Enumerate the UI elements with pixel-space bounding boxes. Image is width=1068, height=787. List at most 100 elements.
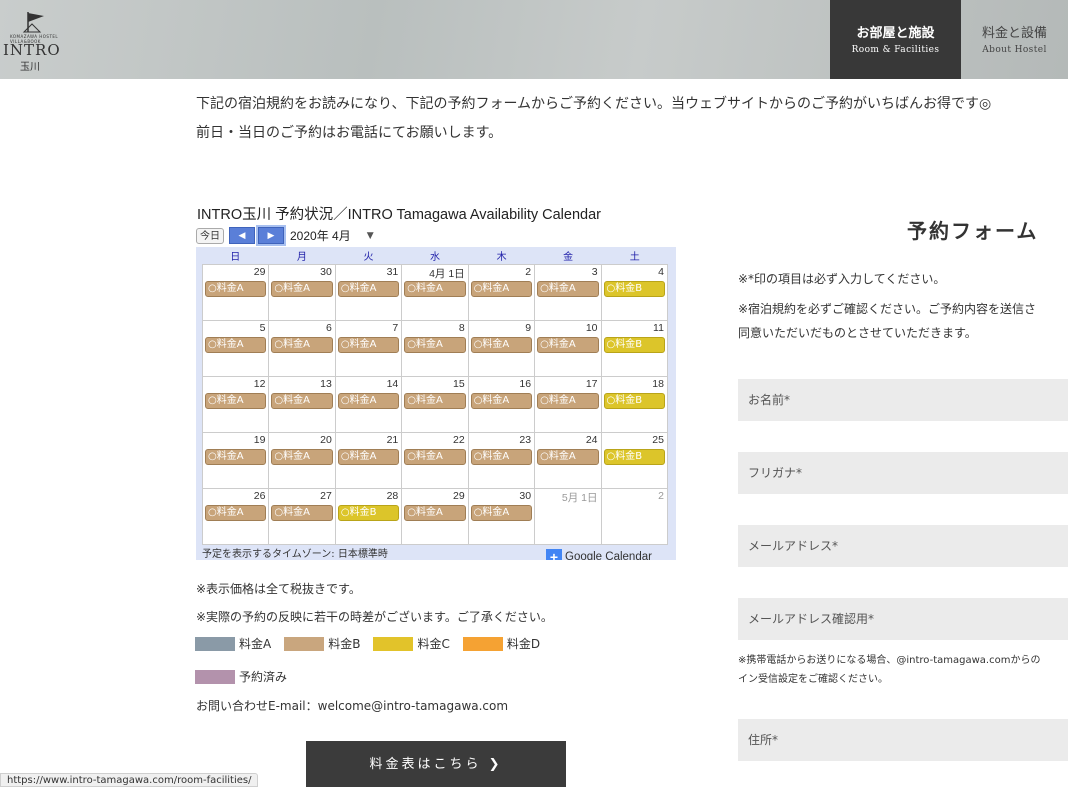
site-logo[interactable]: KOMAZAWA HOSTEL VILLA&BOOK INTRO 玉川 [0, 8, 61, 73]
rate-event[interactable]: ○料金A [470, 281, 533, 297]
rate-event[interactable]: ○料金A [205, 337, 267, 353]
legend-label: 予約済み [239, 670, 288, 684]
calendar-day[interactable]: 20 ○料金A [269, 433, 336, 489]
calendar-day[interactable]: 24 ○料金A [535, 433, 602, 489]
rate-event[interactable]: ○料金A [271, 449, 333, 465]
email-field[interactable]: メールアドレス* [738, 525, 1068, 567]
calendar-day[interactable]: 2 ○料金A [468, 265, 536, 321]
email-confirm-field[interactable]: メールアドレス確認用* [738, 598, 1068, 640]
calendar-day[interactable]: 12 ○料金A [203, 377, 270, 433]
calendar-day[interactable]: 15 ○料金A [402, 377, 469, 433]
calendar-day[interactable]: 23 ○料金A [468, 433, 536, 489]
chevron-right-icon: ❯ [488, 757, 503, 772]
logo-subtext: 玉川 [20, 62, 40, 73]
rate-event[interactable]: ○料金A [470, 449, 533, 465]
calendar-day[interactable]: 19 ○料金A [203, 433, 270, 489]
today-button[interactable]: 今日 [196, 227, 224, 244]
nav-room-facilities[interactable]: お部屋と施設 Room & Facilities [830, 0, 961, 79]
dropdown-icon[interactable]: ▼ [367, 231, 374, 241]
rate-event[interactable]: ○料金A [271, 393, 333, 409]
rate-event[interactable]: ○料金B [603, 281, 665, 297]
calendar-day[interactable]: 8 ○料金A [402, 321, 469, 377]
terms-note-line: ※宿泊規約を必ずご確認ください。ご予約内容を送信さ [738, 302, 1037, 316]
rate-event[interactable]: ○料金A [537, 393, 599, 409]
calendar-day[interactable]: 10 ○料金A [535, 321, 602, 377]
calendar-day[interactable]: 6 ○料金A [269, 321, 336, 377]
calendar-day[interactable]: 21 ○料金A [335, 433, 403, 489]
day-number: 31 [386, 266, 399, 278]
calendar-day[interactable]: 27 ○料金A [269, 489, 336, 545]
rate-event[interactable]: ○料金B [337, 505, 400, 521]
calendar-day[interactable]: 29 ○料金A [203, 265, 270, 321]
calendar-day[interactable]: 30 ○料金A [468, 489, 536, 545]
rate-event[interactable]: ○料金A [337, 281, 400, 297]
calendar-day[interactable]: 4 ○料金B [601, 265, 668, 321]
calendar-day[interactable]: 17 ○料金A [535, 377, 602, 433]
calendar-day[interactable]: 31 ○料金A [335, 265, 403, 321]
intro-line: 下記の宿泊規約をお読みになり、下記の予約フォームからご予約ください。当ウェブサイ… [196, 96, 992, 112]
rate-event[interactable]: ○料金A [205, 449, 267, 465]
calendar-day[interactable]: 11 ○料金B [601, 321, 668, 377]
calendar-day[interactable]: 14 ○料金A [335, 377, 403, 433]
rate-event[interactable]: ○料金A [537, 337, 599, 353]
logo-text: INTRO [3, 41, 61, 59]
address-field[interactable]: 住所* [738, 719, 1068, 761]
next-month-button[interactable]: ▶ [256, 225, 286, 246]
tax-note: ※表示価格は全て税抜きです。 [196, 582, 361, 596]
rate-event[interactable]: ○料金A [470, 505, 533, 521]
rate-event[interactable]: ○料金A [404, 281, 466, 297]
day-number: 5月 1日 [561, 492, 598, 504]
rate-event[interactable]: ○料金A [271, 281, 333, 297]
rate-event[interactable]: ○料金A [205, 505, 267, 521]
furigana-field[interactable]: フリガナ* [738, 452, 1068, 494]
day-number: 30 [519, 490, 532, 502]
rate-event[interactable]: ○料金A [537, 281, 599, 297]
day-number: 2 [658, 490, 664, 502]
legend-label: 料金C [417, 637, 450, 651]
rate-event[interactable]: ○料金A [404, 337, 466, 353]
day-number: 22 [453, 434, 465, 446]
calendar-day[interactable]: 16 ○料金A [468, 377, 536, 433]
rate-event[interactable]: ○料金A [404, 505, 466, 521]
price-button-label: 料金表はこちら [369, 757, 482, 772]
notes: ※表示価格は全て税抜きです。 ※実際の予約の反映に若干の時差がございます。ご了承… [196, 575, 553, 631]
rate-event[interactable]: ○料金B [603, 337, 665, 353]
rate-event[interactable]: ○料金A [205, 393, 267, 409]
name-field[interactable]: お名前* [738, 379, 1068, 421]
rate-event[interactable]: ○料金A [404, 449, 466, 465]
contact-email: お問い合わせE-mail：welcome@intro-tamagawa.com [196, 699, 509, 713]
calendar-day[interactable]: 25 ○料金B [601, 433, 668, 489]
rate-event[interactable]: ○料金A [404, 393, 466, 409]
calendar-day[interactable]: 7 ○料金A [335, 321, 403, 377]
calendar-day[interactable]: 4月 1日 ○料金A [402, 265, 469, 321]
calendar-day[interactable]: 26 ○料金A [203, 489, 270, 545]
calendar-day[interactable]: 3 ○料金A [535, 265, 602, 321]
calendar-day[interactable]: 2 [601, 489, 668, 545]
calendar-day[interactable]: 9 ○料金A [468, 321, 536, 377]
calendar-day[interactable]: 30 ○料金A [269, 265, 336, 321]
rate-event[interactable]: ○料金A [205, 281, 267, 297]
calendar-day[interactable]: 29 ○料金A [402, 489, 469, 545]
rate-event[interactable]: ○料金A [337, 449, 400, 465]
rate-event[interactable]: ○料金A [537, 449, 599, 465]
rate-event[interactable]: ○料金A [271, 505, 333, 521]
calendar-day[interactable]: 13 ○料金A [269, 377, 336, 433]
calendar-day[interactable]: 5 ○料金A [203, 321, 270, 377]
rate-event[interactable]: ○料金A [271, 337, 333, 353]
rate-event[interactable]: ○料金A [470, 393, 533, 409]
prev-month-button[interactable]: ◀ [229, 227, 255, 244]
price-list-button[interactable]: 料金表はこちら ❯ [306, 741, 566, 787]
google-calendar-button[interactable]: + Google Calendar [546, 549, 652, 560]
calendar-day[interactable]: 18 ○料金B [601, 377, 668, 433]
legend-label: 料金A [239, 637, 272, 651]
rate-event[interactable]: ○料金A [337, 393, 400, 409]
rate-event[interactable]: ○料金B [603, 449, 665, 465]
rate-event[interactable]: ○料金A [470, 337, 533, 353]
calendar-day[interactable]: 22 ○料金A [402, 433, 469, 489]
rate-event[interactable]: ○料金B [603, 393, 665, 409]
rate-event[interactable]: ○料金A [337, 337, 400, 353]
calendar-day[interactable]: 5月 1日 [535, 489, 602, 545]
nav-about-hostel[interactable]: 料金と設備 About Hostel [961, 0, 1068, 79]
legend-item: 料金C [373, 635, 450, 652]
calendar-day[interactable]: 28 ○料金B [335, 489, 403, 545]
